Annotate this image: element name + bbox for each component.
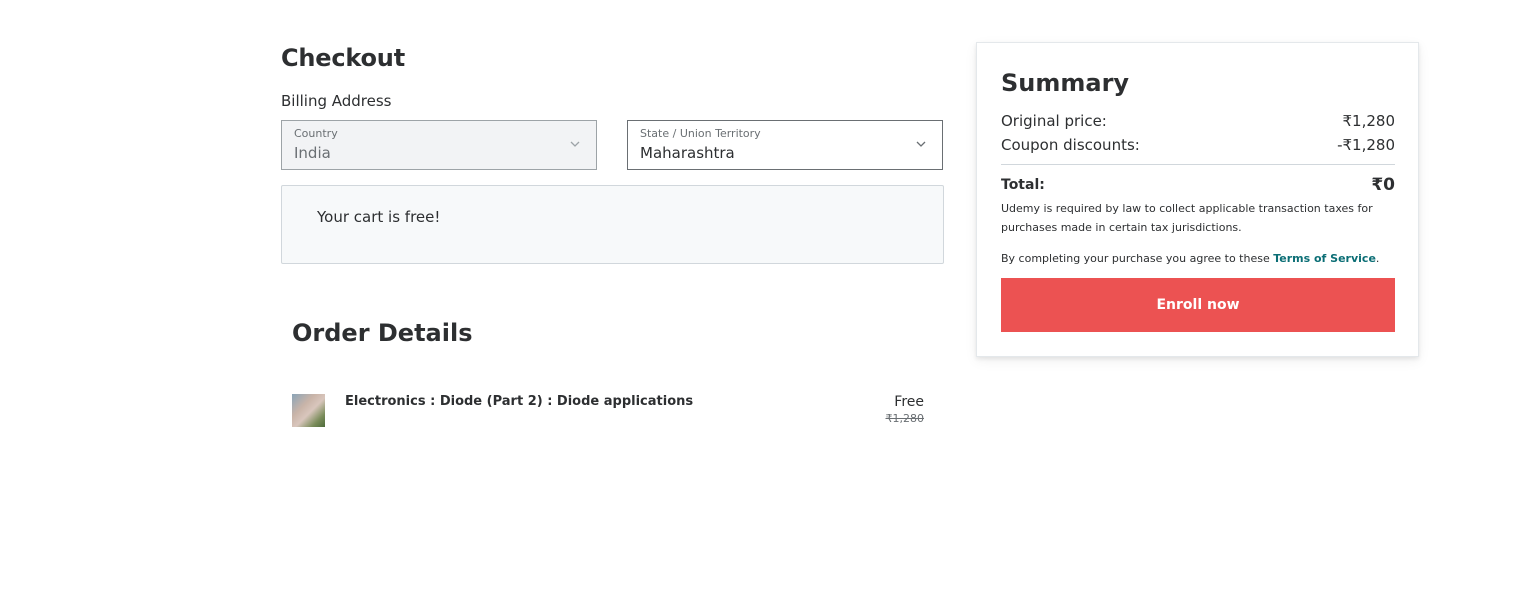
- country-select[interactable]: Country India: [281, 120, 597, 170]
- enroll-now-button[interactable]: Enroll now: [1001, 278, 1395, 332]
- terms-suffix: .: [1375, 252, 1380, 265]
- order-item: Electronics : Diode (Part 2) : Diode app…: [292, 394, 924, 434]
- course-price: Free ₹1,280: [886, 394, 925, 425]
- original-price-row: Original price: ₹1,280: [1001, 112, 1395, 130]
- state-label: State / Union Territory: [640, 127, 761, 140]
- terms-note: By completing your purchase you agree to…: [1001, 252, 1395, 265]
- chevron-down-icon: [570, 141, 580, 147]
- course-price-original: ₹1,280: [885, 412, 925, 425]
- state-value: Maharashtra: [640, 144, 735, 162]
- checkout-page: Checkout Billing Address Country India S…: [0, 0, 1518, 601]
- free-cart-message: Your cart is free!: [317, 208, 441, 226]
- course-price-current: Free: [894, 394, 924, 410]
- chevron-down-icon: [916, 141, 926, 147]
- tax-note: Udemy is required by law to collect appl…: [1001, 202, 1373, 234]
- order-details-title: Order Details: [292, 319, 473, 347]
- billing-address-label: Billing Address: [281, 92, 392, 110]
- country-label: Country: [294, 127, 338, 140]
- coupon-discount-value: -₹1,280: [1337, 136, 1395, 154]
- course-title: Electronics : Diode (Part 2) : Diode app…: [345, 394, 694, 409]
- coupon-discount-label: Coupon discounts:: [1001, 136, 1140, 154]
- total-row: Total: ₹0: [1001, 175, 1395, 195]
- page-title: Checkout: [281, 44, 405, 72]
- free-cart-notice: Your cart is free!: [281, 185, 944, 264]
- coupon-discount-row: Coupon discounts: -₹1,280: [1001, 136, 1395, 154]
- total-value: ₹0: [1371, 175, 1395, 195]
- original-price-value: ₹1,280: [1342, 112, 1396, 130]
- summary-divider: [1001, 164, 1395, 165]
- terms-of-service-link[interactable]: Terms of Service: [1273, 252, 1376, 265]
- original-price-label: Original price:: [1001, 112, 1107, 130]
- course-thumbnail: [292, 394, 325, 427]
- total-label: Total:: [1001, 177, 1045, 193]
- country-value: India: [294, 144, 331, 162]
- terms-prefix: By completing your purchase you agree to…: [1001, 252, 1274, 265]
- state-select[interactable]: State / Union Territory Maharashtra: [627, 120, 943, 170]
- summary-card: Summary Original price: ₹1,280 Coupon di…: [976, 42, 1419, 357]
- summary-title: Summary: [1001, 69, 1130, 97]
